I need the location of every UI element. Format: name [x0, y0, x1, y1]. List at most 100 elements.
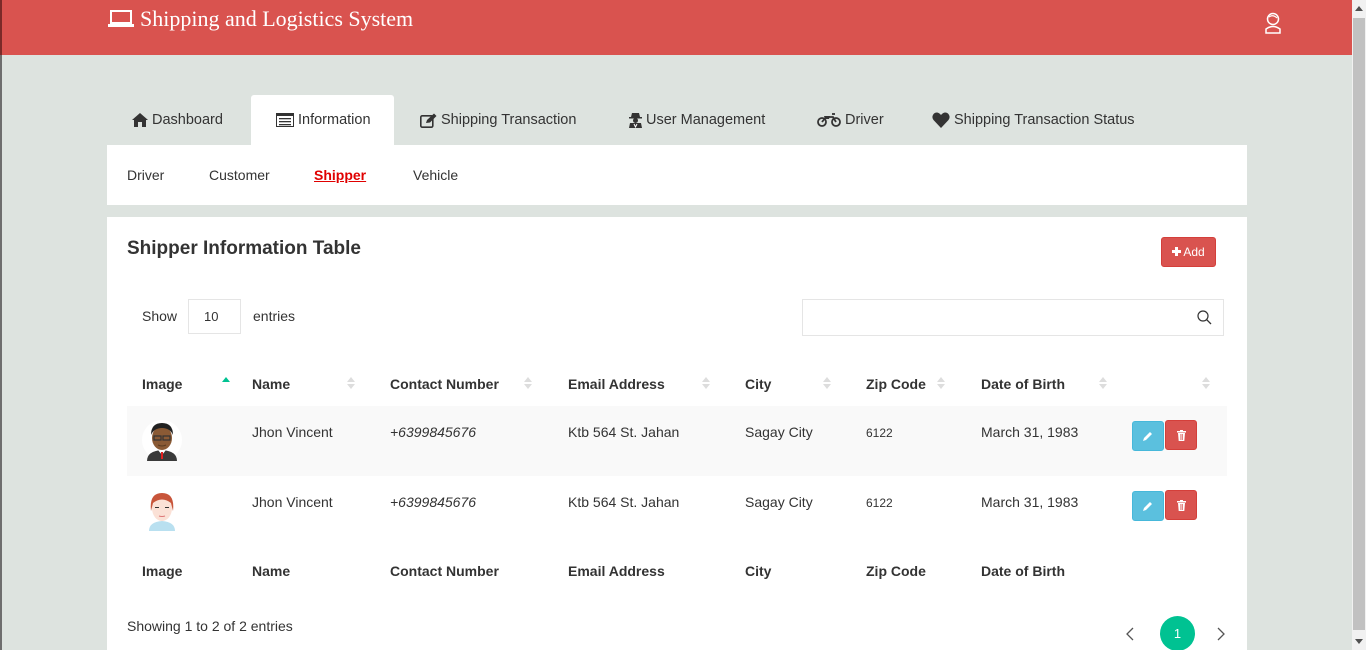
- column-label: Image: [142, 375, 183, 392]
- column-label: Email Address: [568, 375, 665, 392]
- show-label: Show: [142, 308, 178, 324]
- app-brand[interactable]: Shipping and Logistics System: [108, 6, 413, 32]
- footer-city: City: [745, 563, 772, 579]
- scroll-down-arrow-icon[interactable]: [1352, 633, 1366, 650]
- tab-dashboard[interactable]: Dashboard: [107, 95, 251, 145]
- motorcycle-icon: [817, 113, 841, 127]
- delete-button[interactable]: [1165, 490, 1197, 520]
- male-avatar-redhair: [149, 493, 175, 531]
- actions-cell: [1116, 476, 1227, 546]
- tab-driver[interactable]: Driver: [790, 95, 907, 145]
- footer-actions: [1116, 546, 1227, 596]
- sort-ascending-icon: [222, 377, 230, 382]
- user-secret-icon: [629, 112, 642, 128]
- column-header-date-of-birth[interactable]: Date of Birth: [966, 361, 1116, 406]
- footer-zip-code: Zip Code: [866, 563, 926, 579]
- footer-contact-number: Contact Number: [390, 563, 499, 579]
- email-cell: Ktb 564 St. Jahan: [568, 494, 680, 510]
- subnav-vehicle[interactable]: Vehicle: [413, 167, 458, 183]
- column-header-zip-code[interactable]: Zip Code: [851, 361, 966, 406]
- column-label: Contact Number: [390, 375, 499, 392]
- page-scrollbar[interactable]: [1352, 0, 1366, 650]
- search-box: [802, 299, 1224, 336]
- shipper-table: Image Name Contact Number Email Address …: [127, 361, 1227, 596]
- column-header-email-address[interactable]: Email Address: [553, 361, 730, 406]
- add-label: Add: [1183, 245, 1205, 259]
- footer-image: Image: [142, 563, 183, 579]
- sort-icon: [1202, 377, 1210, 389]
- table-row: Jhon Vincent +6399845676 Ktb 564 St. Jah…: [127, 406, 1227, 476]
- name-cell: Jhon Vincent: [252, 494, 333, 510]
- column-label: Date of Birth: [981, 375, 1065, 392]
- tab-information[interactable]: Information: [251, 95, 394, 145]
- subnav-shipper[interactable]: Shipper: [314, 167, 366, 183]
- pencil-icon: [1143, 431, 1152, 441]
- table-footer-row: Image Name Contact Number Email Address …: [127, 546, 1227, 596]
- tab-shipping-transaction[interactable]: Shipping Transaction: [394, 95, 603, 145]
- user-avatar-icon[interactable]: [1264, 12, 1282, 34]
- tab-user-management[interactable]: User Management: [603, 95, 790, 145]
- panel-title: Shipper Information Table: [127, 238, 361, 259]
- column-header-name[interactable]: Name: [237, 361, 375, 406]
- sort-icon: [524, 377, 532, 389]
- list-alt-icon: [276, 113, 294, 127]
- edit-button[interactable]: [1132, 490, 1164, 521]
- city-cell: Sagay City: [730, 406, 851, 476]
- edit-button[interactable]: [1132, 420, 1164, 451]
- edit-icon: [420, 113, 437, 128]
- trash-icon: [1176, 499, 1186, 511]
- app-header: Shipping and Logistics System: [2, 0, 1352, 55]
- entries-per-page-select[interactable]: 10: [188, 299, 241, 334]
- actions-cell: [1116, 406, 1227, 476]
- subnav-driver[interactable]: Driver: [127, 167, 164, 183]
- search-icon[interactable]: [1197, 310, 1212, 330]
- tab-label: User Management: [646, 112, 766, 128]
- zip-cell: 6122: [866, 496, 893, 510]
- information-subnav: Driver Customer Shipper Vehicle: [107, 145, 1247, 205]
- table-row: Jhon Vincent +6399845676 Ktb 564 St. Jah…: [127, 476, 1227, 546]
- window-edge: [0, 0, 2, 650]
- tab-label: Shipping Transaction: [441, 112, 577, 128]
- column-label: City: [745, 375, 772, 392]
- male-avatar-glasses: [142, 420, 182, 461]
- pencil-icon: [1143, 501, 1152, 511]
- scroll-up-arrow-icon[interactable]: [1352, 0, 1366, 17]
- table-header-row: Image Name Contact Number Email Address …: [127, 361, 1227, 406]
- search-input[interactable]: [803, 300, 1183, 335]
- tab-shipping-transaction-status[interactable]: Shipping Transaction Status: [907, 95, 1137, 145]
- scrollbar-thumb[interactable]: [1353, 18, 1365, 630]
- contact-cell: +6399845676: [375, 406, 553, 476]
- zip-cell: 6122: [851, 406, 966, 476]
- previous-page-icon[interactable]: [1122, 625, 1138, 643]
- sort-icon: [1099, 377, 1107, 389]
- city-cell: Sagay City: [745, 494, 813, 510]
- column-header-actions[interactable]: [1116, 361, 1227, 406]
- pagination: 1: [1122, 616, 1229, 650]
- add-shipper-button[interactable]: Add: [1161, 237, 1216, 267]
- sort-icon: [937, 377, 945, 389]
- column-header-city[interactable]: City: [730, 361, 851, 406]
- column-header-image[interactable]: Image: [127, 361, 237, 406]
- plus-icon: [1172, 245, 1182, 259]
- page-button[interactable]: 1: [1160, 616, 1195, 650]
- dob-cell: March 31, 1983: [981, 494, 1079, 510]
- footer-email-address: Email Address: [568, 563, 665, 579]
- footer-date-of-birth: Date of Birth: [981, 563, 1065, 579]
- tab-label: Information: [298, 112, 371, 128]
- footer-name: Name: [252, 563, 291, 579]
- tab-label: Shipping Transaction Status: [954, 112, 1135, 128]
- shipper-panel: Shipper Information Table Add Show 10 en…: [107, 217, 1247, 650]
- column-label: Name: [252, 375, 291, 392]
- subnav-customer[interactable]: Customer: [209, 167, 270, 183]
- trash-icon: [1176, 429, 1186, 441]
- image-cell: [127, 406, 237, 476]
- tab-label: Driver: [845, 112, 884, 128]
- image-cell: [127, 476, 237, 546]
- column-header-contact-number[interactable]: Contact Number: [375, 361, 553, 406]
- entries-label: entries: [253, 308, 296, 324]
- contact-cell: +6399845676: [390, 494, 477, 510]
- column-label: Zip Code: [866, 375, 926, 392]
- delete-button[interactable]: [1165, 420, 1197, 450]
- table-info: Showing 1 to 2 of 2 entries: [127, 618, 293, 634]
- next-page-icon[interactable]: [1213, 625, 1229, 643]
